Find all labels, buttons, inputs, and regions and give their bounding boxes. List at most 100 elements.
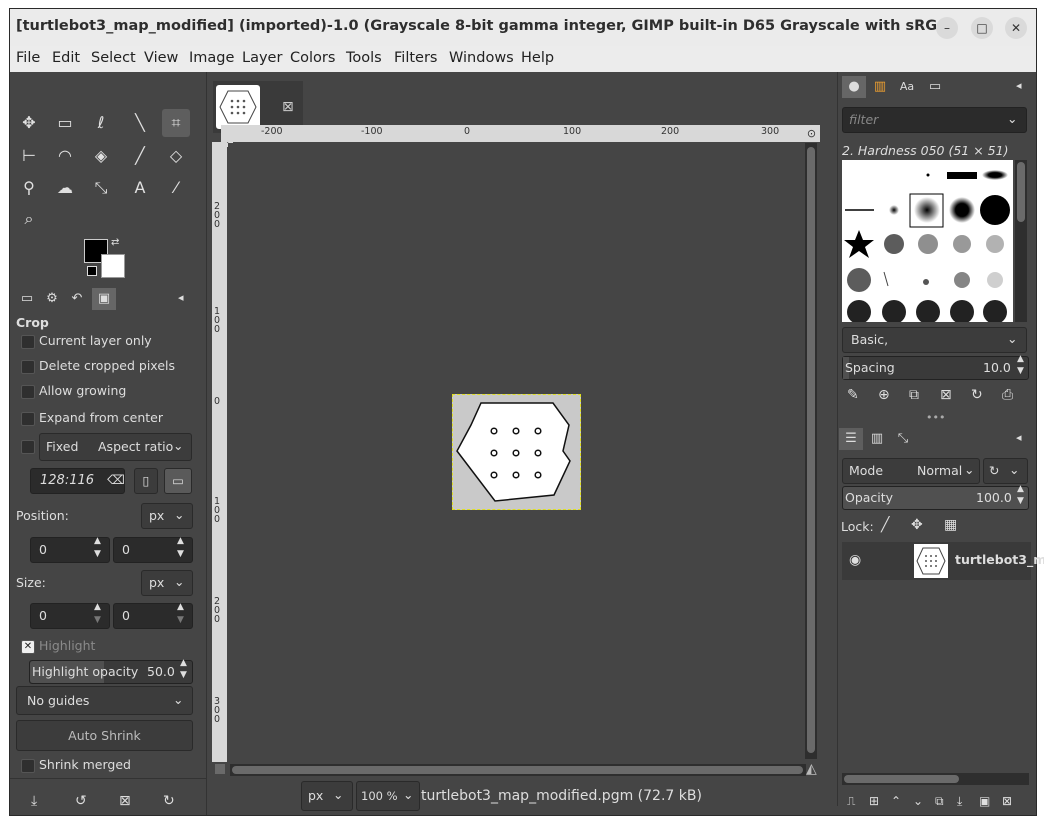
close-tab-icon[interactable]: ⊠	[282, 99, 294, 115]
fonts-tab-icon[interactable]: Aa	[895, 76, 919, 98]
visibility-eye-icon[interactable]: ◉	[849, 552, 861, 568]
canvas[interactable]	[228, 143, 804, 762]
color-picker-tool-icon[interactable]: ⁄	[162, 174, 190, 202]
dock-separator-handle[interactable]: •••	[926, 411, 945, 424]
paths-tab-icon[interactable]: ⤡	[891, 428, 915, 450]
guides-dropdown[interactable]: No guides ⌄	[16, 686, 193, 715]
position-x-input[interactable]: 0 ▲ ▼	[30, 536, 110, 563]
image-layer[interactable]	[452, 394, 581, 510]
menu-image[interactable]: Image	[189, 50, 234, 66]
reset-colors-icon[interactable]	[87, 266, 97, 276]
spin-up-icon[interactable]: ▲	[94, 536, 101, 546]
rect-select-tool-icon[interactable]: ▭	[51, 109, 79, 137]
fixed-aspect-dropdown[interactable]: Fixed Aspect ratio ⌄	[39, 433, 192, 461]
vertical-scrollbar[interactable]	[805, 143, 817, 759]
delete-layer-icon[interactable]: ⊠	[1002, 794, 1012, 808]
clone-tool-icon[interactable]: ⚲	[15, 174, 43, 202]
delete-brush-icon[interactable]: ⊠	[940, 387, 952, 403]
reset-icon[interactable]: ↻	[163, 793, 175, 809]
menu-tools[interactable]: Tools	[346, 50, 382, 66]
fuzzy-select-tool-icon[interactable]: ╲	[126, 109, 154, 137]
menu-help[interactable]: Help	[521, 50, 554, 66]
size-unit-dropdown[interactable]: px ⌄	[141, 570, 193, 596]
save-preset-icon[interactable]: ⤓	[31, 793, 37, 809]
brush-scrollbar[interactable]	[1015, 160, 1027, 322]
spin-down-icon[interactable]: ▼	[180, 670, 187, 680]
paths-tool-icon[interactable]: ⤡	[87, 174, 115, 202]
layers-scrollbar[interactable]	[842, 773, 1029, 785]
spin-down-icon[interactable]: ▼	[177, 615, 184, 625]
layers-scroll-thumb[interactable]	[844, 775, 959, 783]
spin-down-icon[interactable]: ▼	[94, 615, 101, 625]
bucket-fill-tool-icon[interactable]: ◈	[87, 142, 115, 170]
duplicate-brush-icon[interactable]: ⧉	[909, 387, 919, 403]
expand-from-center-checkbox[interactable]	[21, 412, 35, 426]
spin-up-icon[interactable]: ▲	[180, 658, 187, 668]
layer-mode-dropdown[interactable]: Mode Normal ⌄	[842, 458, 980, 484]
lasso-tool-icon[interactable]: ℓ	[87, 109, 115, 137]
new-brush-icon[interactable]: ⊕	[878, 387, 890, 403]
layer-mask-icon[interactable]: ▣	[979, 794, 990, 808]
lock-pixels-icon[interactable]: ╱	[881, 517, 889, 533]
paintbrush-tool-icon[interactable]: ╱	[126, 142, 154, 170]
brushes-tab-icon[interactable]: ●	[842, 76, 866, 98]
spin-down-icon[interactable]: ▼	[1017, 366, 1024, 376]
spin-up-icon[interactable]: ▲	[1017, 354, 1024, 364]
layer-row[interactable]: ◉ turtlebot3_m	[842, 542, 1044, 580]
lock-position-icon[interactable]: ✥	[911, 517, 923, 533]
zoom-lock-icon[interactable]: ⊙	[803, 125, 820, 142]
patterns-tab-icon[interactable]: ▥	[868, 76, 892, 98]
brush-tag-dropdown[interactable]: Basic, ⌄	[842, 327, 1027, 353]
menu-edit[interactable]: Edit	[52, 50, 80, 66]
menu-select[interactable]: Select	[91, 50, 136, 66]
current-layer-only-checkbox[interactable]	[21, 335, 35, 349]
menu-view[interactable]: View	[144, 50, 178, 66]
configure-tab-icon[interactable]: ◂	[1016, 79, 1022, 92]
undo-history-tab-icon[interactable]: ↶	[65, 288, 89, 310]
device-status-tab-icon[interactable]: ⚙	[40, 288, 64, 310]
spin-up-icon[interactable]: ▲	[177, 536, 184, 546]
menu-file[interactable]: File	[16, 50, 40, 66]
menu-layer[interactable]: Layer	[242, 50, 282, 66]
position-y-input[interactable]: 0 ▲ ▼	[113, 536, 193, 563]
ratio-input[interactable]: 128:116 ⌫	[30, 468, 125, 494]
images-tab-icon[interactable]: ▣	[92, 288, 116, 310]
smudge-tool-icon[interactable]: ☁	[51, 174, 79, 202]
spin-down-icon[interactable]: ▼	[1017, 496, 1024, 506]
close-button[interactable]: ✕	[1005, 17, 1027, 39]
spin-up-icon[interactable]: ▲	[1017, 484, 1024, 494]
move-tool-icon[interactable]: ✥	[15, 109, 43, 137]
brush-filter-input[interactable]: filter ⌄	[842, 107, 1027, 133]
position-unit-dropdown[interactable]: px ⌄	[141, 503, 193, 529]
new-layer-icon[interactable]: ⊞	[869, 794, 879, 808]
swap-colors-icon[interactable]: ⇄	[111, 237, 119, 248]
unit-dropdown[interactable]: px ⌄	[301, 781, 353, 811]
brush-grid[interactable]	[842, 160, 1013, 324]
merge-layer-icon[interactable]: ⤓	[957, 794, 962, 809]
spacing-slider[interactable]: Spacing 10.0 ▲ ▼	[842, 354, 1029, 380]
open-brush-as-image-icon[interactable]: ⎙	[1002, 387, 1013, 403]
maximize-button[interactable]: □	[971, 17, 993, 39]
menu-windows[interactable]: Windows	[449, 50, 514, 66]
spin-down-icon[interactable]: ▼	[177, 549, 184, 559]
transform-tool-icon[interactable]: ⊢	[15, 142, 43, 170]
clear-icon[interactable]: ⌫	[107, 472, 125, 487]
zoom-tool-icon[interactable]: ⌕	[15, 205, 43, 233]
lock-alpha-icon[interactable]: ▦	[944, 517, 957, 533]
lower-layer-icon[interactable]: ⌄	[913, 794, 923, 808]
vertical-scroll-thumb[interactable]	[807, 147, 815, 753]
horizontal-scroll-thumb[interactable]	[232, 766, 803, 774]
document-history-tab-icon[interactable]: ▭	[923, 76, 947, 98]
eraser-tool-icon[interactable]: ◇	[162, 142, 190, 170]
layer-opacity-slider[interactable]: Opacity 100.0 ▲ ▼	[842, 484, 1029, 510]
delete-preset-icon[interactable]: ⊠	[119, 793, 131, 809]
background-color-swatch[interactable]	[101, 254, 125, 278]
landscape-button[interactable]: ▭	[164, 468, 192, 494]
spin-down-icon[interactable]: ▼	[94, 549, 101, 559]
zoom-dropdown[interactable]: 100 % ⌄	[356, 781, 420, 811]
layers-tab-icon[interactable]: ☰	[839, 428, 863, 450]
quick-mask-toggle-icon[interactable]	[215, 764, 225, 774]
highlight-opacity-slider[interactable]: Highlight opacity 50.0 ▲ ▼	[29, 658, 193, 684]
spin-up-icon[interactable]: ▲	[177, 602, 184, 612]
raise-layer-icon[interactable]: ⌃	[891, 794, 901, 808]
